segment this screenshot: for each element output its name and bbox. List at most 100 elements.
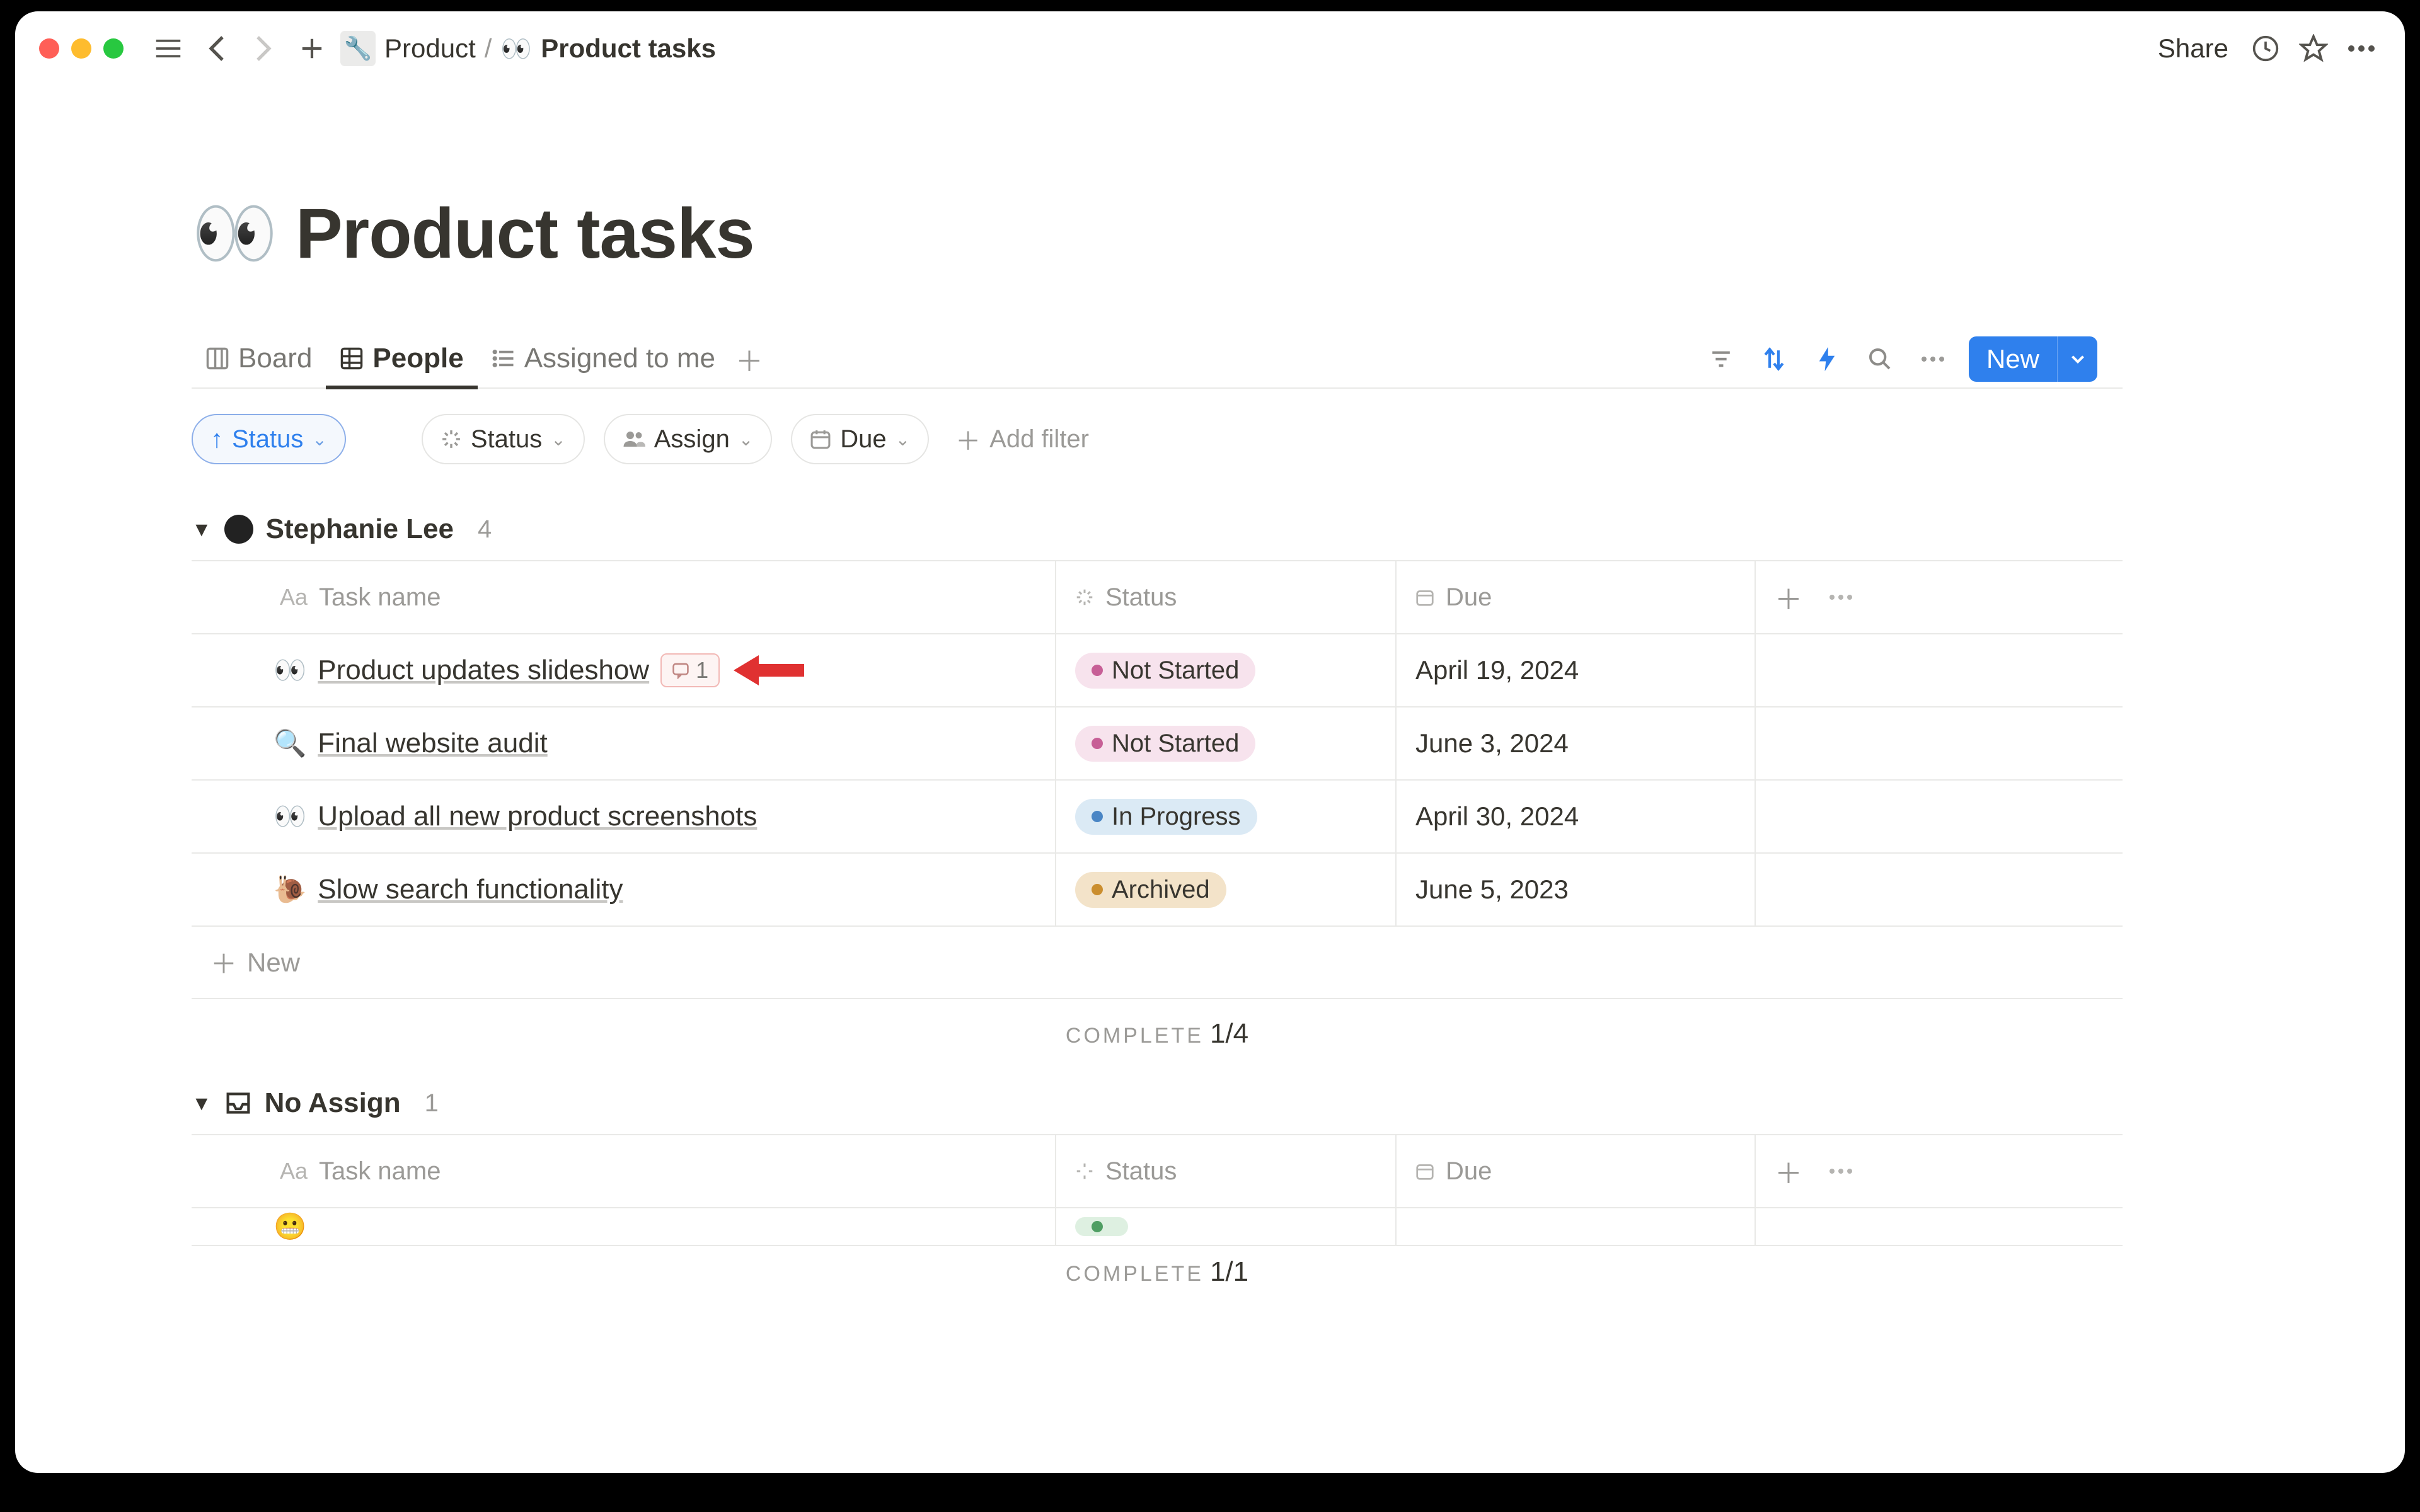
new-button-dropdown[interactable] bbox=[2057, 336, 2097, 382]
tab-board[interactable]: Board bbox=[192, 331, 326, 389]
column-header-task[interactable]: Aa Task name bbox=[192, 1135, 1055, 1207]
column-more-icon[interactable] bbox=[1829, 1168, 1853, 1174]
tab-people[interactable]: People bbox=[326, 331, 477, 389]
page-title[interactable]: Product tasks bbox=[296, 193, 754, 274]
assign-filter-chip[interactable]: Assign ⌄ bbox=[604, 414, 773, 464]
favorite-star-icon[interactable] bbox=[2294, 29, 2333, 68]
column-header-due[interactable]: Due bbox=[1395, 1135, 1754, 1207]
automation-bolt-icon[interactable] bbox=[1810, 342, 1844, 376]
chip-label: Status bbox=[471, 425, 542, 454]
task-icon: 🐌 bbox=[274, 874, 306, 905]
task-icon: 😬 bbox=[274, 1211, 306, 1242]
column-header-due[interactable]: Due bbox=[1395, 561, 1754, 633]
table-row[interactable]: 😬 bbox=[192, 1208, 2123, 1246]
task-name[interactable]: Product updates slideshow bbox=[318, 655, 649, 686]
sort-chip[interactable]: ↑ Status ⌄ bbox=[192, 414, 346, 464]
plus-icon: ＋ bbox=[955, 421, 981, 457]
more-menu-icon[interactable] bbox=[2342, 29, 2381, 68]
table-row[interactable]: 👀 Product updates slideshow 1 Not Starte… bbox=[192, 634, 2123, 707]
group-name: No Assign bbox=[265, 1087, 401, 1119]
due-filter-chip[interactable]: Due ⌄ bbox=[791, 414, 929, 464]
back-button[interactable] bbox=[197, 29, 236, 68]
add-column-button[interactable]: ＋ bbox=[1775, 1151, 1802, 1191]
page-icon[interactable]: 👀 bbox=[192, 199, 278, 268]
disclosure-triangle-icon[interactable]: ▼ bbox=[192, 1092, 212, 1115]
group-summary: COMPLETE1/1 bbox=[192, 1246, 2123, 1288]
callout-arrow-icon bbox=[731, 650, 807, 690]
new-button[interactable]: New bbox=[1969, 336, 2097, 382]
comment-count-badge[interactable]: 1 bbox=[660, 653, 720, 687]
status-cell[interactable]: In Progress bbox=[1055, 781, 1395, 852]
share-button[interactable]: Share bbox=[2149, 33, 2237, 64]
task-icon: 👀 bbox=[274, 801, 306, 832]
view-more-icon[interactable] bbox=[1916, 342, 1950, 376]
arrow-up-icon: ↑ bbox=[210, 425, 223, 454]
status-cell[interactable]: Not Started bbox=[1055, 707, 1395, 779]
table-header-row: Aa Task name Status Due ＋ bbox=[192, 1135, 2123, 1208]
task-icon: 🔍 bbox=[274, 728, 306, 759]
due-cell[interactable]: June 5, 2023 bbox=[1395, 854, 1754, 925]
status-badge: Not Started bbox=[1075, 653, 1255, 689]
chevron-down-icon: ⌄ bbox=[551, 429, 565, 450]
column-header-status[interactable]: Status bbox=[1055, 561, 1395, 633]
disclosure-triangle-icon[interactable]: ▼ bbox=[192, 518, 212, 541]
loading-icon bbox=[1075, 1162, 1094, 1181]
forward-button[interactable] bbox=[245, 29, 284, 68]
add-view-button[interactable]: ＋ bbox=[729, 339, 769, 379]
due-cell[interactable] bbox=[1395, 1208, 1754, 1245]
status-filter-chip[interactable]: Status ⌄ bbox=[422, 414, 585, 464]
status-badge: Not Started bbox=[1075, 726, 1255, 762]
list-icon bbox=[492, 346, 516, 370]
text-icon: Aa bbox=[280, 584, 308, 610]
new-row-button[interactable]: ＋ New bbox=[192, 927, 2123, 999]
breadcrumb: 🔧 Product / 👀 Product tasks bbox=[340, 31, 716, 66]
task-name[interactable]: Slow search functionality bbox=[318, 874, 623, 905]
close-window-button[interactable] bbox=[39, 38, 59, 59]
task-name[interactable]: Final website audit bbox=[318, 728, 547, 759]
breadcrumb-current[interactable]: Product tasks bbox=[541, 33, 716, 64]
status-cell[interactable] bbox=[1055, 1208, 1395, 1245]
group-header[interactable]: ▼ Stephanie Lee 4 bbox=[192, 513, 2405, 545]
sort-icon[interactable] bbox=[1757, 342, 1791, 376]
board-icon bbox=[205, 346, 229, 370]
due-cell[interactable]: April 19, 2024 bbox=[1395, 634, 1754, 706]
status-cell[interactable]: Not Started bbox=[1055, 634, 1395, 706]
status-cell[interactable]: Archived bbox=[1055, 854, 1395, 925]
task-table: Aa Task name Status Due ＋ bbox=[192, 1134, 2123, 1288]
table-row[interactable]: 👀 Upload all new product screenshots In … bbox=[192, 781, 2123, 854]
updates-clock-icon[interactable] bbox=[2246, 29, 2285, 68]
column-label: Status bbox=[1105, 583, 1177, 612]
filter-chips: ↑ Status ⌄ Status ⌄ Assign ⌄ Due ⌄ bbox=[192, 414, 2123, 464]
column-header-status[interactable]: Status bbox=[1055, 1135, 1395, 1207]
breadcrumb-parent[interactable]: Product bbox=[384, 33, 476, 64]
table-row[interactable]: 🔍 Final website audit Not Started June 3… bbox=[192, 707, 2123, 781]
search-icon[interactable] bbox=[1863, 342, 1897, 376]
column-header-actions: ＋ bbox=[1754, 1135, 2123, 1207]
group-header[interactable]: ▼ No Assign 1 bbox=[192, 1087, 2405, 1119]
filter-icon[interactable] bbox=[1704, 342, 1738, 376]
task-name[interactable]: Upload all new product screenshots bbox=[318, 801, 757, 832]
group-summary: COMPLETE1/4 bbox=[192, 999, 2123, 1050]
due-cell[interactable]: April 30, 2024 bbox=[1395, 781, 1754, 852]
window-controls bbox=[39, 38, 124, 59]
status-badge: In Progress bbox=[1075, 799, 1257, 835]
empty-cell bbox=[1754, 707, 2123, 779]
tab-assigned-to-me[interactable]: Assigned to me bbox=[478, 331, 729, 389]
task-icon: 👀 bbox=[274, 655, 306, 686]
add-filter-button[interactable]: ＋ Add filter bbox=[948, 421, 1089, 457]
status-badge bbox=[1075, 1217, 1128, 1236]
add-column-button[interactable]: ＋ bbox=[1775, 577, 1802, 617]
column-more-icon[interactable] bbox=[1829, 594, 1853, 600]
wrench-icon: 🔧 bbox=[340, 31, 376, 66]
breadcrumb-separator: / bbox=[485, 33, 492, 64]
minimize-window-button[interactable] bbox=[71, 38, 91, 59]
new-page-button[interactable] bbox=[292, 29, 331, 68]
chip-label: Assign bbox=[654, 425, 730, 454]
column-header-task[interactable]: Aa Task name bbox=[192, 561, 1055, 633]
chevron-down-icon: ⌄ bbox=[739, 429, 753, 450]
zoom-window-button[interactable] bbox=[103, 38, 124, 59]
hamburger-menu-icon[interactable] bbox=[149, 29, 188, 68]
due-cell[interactable]: June 3, 2024 bbox=[1395, 707, 1754, 779]
column-label: Task name bbox=[319, 583, 441, 612]
table-row[interactable]: 🐌 Slow search functionality Archived Jun… bbox=[192, 854, 2123, 927]
